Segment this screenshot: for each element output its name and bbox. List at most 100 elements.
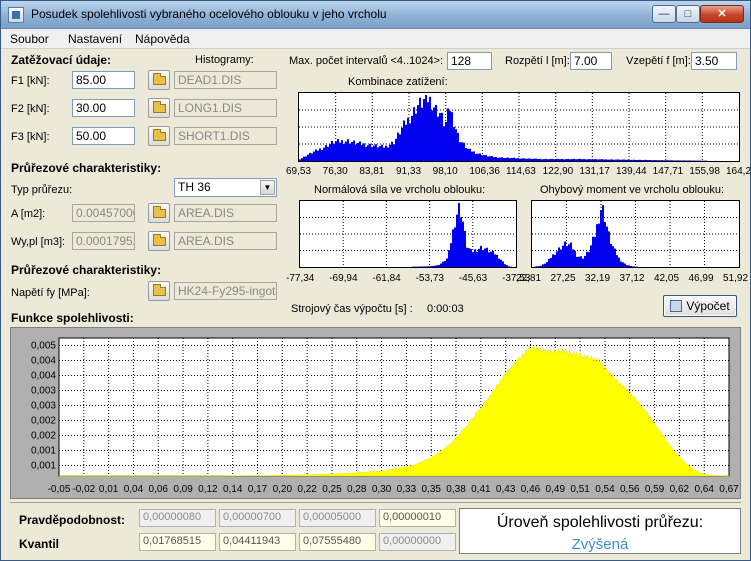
fy-browse-button[interactable] xyxy=(148,281,170,301)
wpl-browse-button[interactable] xyxy=(148,231,170,251)
f1-browse-button[interactable] xyxy=(148,70,170,90)
f2-input[interactable]: 30.00 xyxy=(72,99,135,117)
histogram-bar xyxy=(439,113,441,161)
f2-browse-button[interactable] xyxy=(148,98,170,118)
histogram-bar xyxy=(343,143,345,161)
minimize-button[interactable]: — xyxy=(652,5,676,23)
menu-soubor[interactable]: Soubor xyxy=(10,32,49,46)
histogram-bar xyxy=(608,231,610,267)
probability-field-3: 0,00005000 xyxy=(299,509,376,527)
quantile-field-1: 0,01768515 xyxy=(139,533,216,551)
histogram-bar xyxy=(462,221,464,267)
histogram-bar xyxy=(623,159,625,161)
x-tick-label: 0,49 xyxy=(546,484,566,495)
histogram-bar xyxy=(441,112,443,161)
histogram-bar xyxy=(639,159,641,161)
histogram-bar xyxy=(483,155,485,161)
histogram-bar xyxy=(442,261,444,267)
intervals-input[interactable]: 128 xyxy=(447,52,492,70)
f3-browse-button[interactable] xyxy=(148,126,170,146)
f3-input[interactable]: 50.00 xyxy=(72,127,135,145)
histogram-bar xyxy=(417,105,419,161)
section-type-label: Typ průřezu: xyxy=(11,184,73,196)
histogram-bar xyxy=(583,159,585,161)
histogram-bar xyxy=(596,224,598,267)
intervals-label: Max. počet intervalů <4..1024>: xyxy=(289,55,444,67)
histogram-bar xyxy=(521,158,523,161)
histogram-bar xyxy=(503,158,505,161)
close-icon: ✕ xyxy=(717,8,727,20)
histogram-bar xyxy=(557,158,559,161)
histogram-bar xyxy=(456,214,458,267)
histogram-bar xyxy=(643,159,645,161)
x-tick-label: 0,06 xyxy=(149,484,169,495)
histogram-bar xyxy=(613,159,615,161)
calc-time-value: 0:00:03 xyxy=(427,303,464,315)
histogram-bar xyxy=(588,251,590,267)
menu-nastaveni[interactable]: Nastavení xyxy=(68,32,122,46)
histogram-bar xyxy=(591,159,593,161)
histogram-bar xyxy=(327,146,329,161)
histogram-bar xyxy=(373,145,375,161)
f1-input[interactable]: 85.00 xyxy=(72,71,135,89)
histogram-bar xyxy=(337,139,339,161)
histogram-bar xyxy=(565,159,567,161)
rise-input[interactable]: 3.50 xyxy=(691,52,737,70)
histogram-bar xyxy=(381,144,383,161)
histogram-bar xyxy=(602,205,604,267)
maximize-button[interactable]: □ xyxy=(676,5,700,23)
histogram-bar xyxy=(444,261,446,267)
x-tick-label: 0,33 xyxy=(397,484,417,495)
histogram-bar xyxy=(427,102,429,161)
histogram-bar xyxy=(628,265,630,267)
divider xyxy=(10,502,741,503)
histogram-bar xyxy=(564,241,566,267)
histogram-bar xyxy=(580,256,582,267)
x-tick-label: 98,10 xyxy=(432,166,458,177)
reliability-level-box: Úroveň spolehlivosti průřezu: Zvýšená xyxy=(459,508,741,554)
folder-open-icon xyxy=(153,129,166,141)
histogram-bar xyxy=(470,249,472,267)
wpl-file-field: AREA.DIS xyxy=(174,232,277,250)
title-bar: Posudek spolehlivosti vybraného ocelovéh… xyxy=(1,1,750,29)
histogram-bar xyxy=(469,148,471,161)
section-type-select[interactable]: TH 36 ▼ xyxy=(174,178,277,197)
quantile-field-4: 0,00000000 xyxy=(379,533,456,551)
menu-napoveda[interactable]: Nápověda xyxy=(135,32,190,46)
histogram-bar xyxy=(341,140,343,161)
histogram-bar xyxy=(581,159,583,161)
bending-moment-chart-svg xyxy=(532,201,739,267)
histogram-bar xyxy=(560,249,562,267)
histogram-bar xyxy=(553,159,555,161)
histogram-bar xyxy=(415,113,417,161)
histogram-bar xyxy=(309,152,311,161)
histogram-bar xyxy=(681,160,683,161)
histogram-bar xyxy=(455,129,457,161)
y-tick-label: 0,003 xyxy=(31,401,56,412)
histogram-bar xyxy=(452,229,454,267)
histogram-bar xyxy=(570,242,572,267)
calculate-button[interactable]: Výpočet xyxy=(663,295,737,317)
f1-file-field: DEAD1.DIS xyxy=(174,71,277,89)
quantile-field-3: 0,07555480 xyxy=(299,533,376,551)
x-tick-label: 0,62 xyxy=(670,484,690,495)
f2-label: F2 [kN]: xyxy=(11,103,50,115)
histogram-bar xyxy=(379,146,381,161)
x-tick-label: 0,51 xyxy=(570,484,590,495)
histogram-bar xyxy=(450,243,452,267)
span-input[interactable]: 7.00 xyxy=(570,52,612,70)
histogram-bar xyxy=(585,159,587,161)
x-tick-label: -69,94 xyxy=(329,273,358,284)
x-tick-label: 164,25 xyxy=(726,166,751,177)
histogram-bar xyxy=(610,243,612,267)
area-browse-button[interactable] xyxy=(148,203,170,223)
rise-label: Vzepětí f [m]: xyxy=(626,55,691,67)
histogram-bar xyxy=(435,105,437,161)
reliability-chart-svg: -0,05 -0,02 0,01 0,04 0,06 0,09 0,12 0,14 0,17 0,… xyxy=(31,337,739,495)
y-tick-label: 0,002 xyxy=(31,416,56,427)
histogram-bar xyxy=(351,141,353,161)
histogram-bar xyxy=(667,160,669,161)
histogram-bar xyxy=(491,156,493,161)
chevron-down-icon[interactable]: ▼ xyxy=(260,180,275,195)
close-button[interactable]: ✕ xyxy=(700,5,744,23)
